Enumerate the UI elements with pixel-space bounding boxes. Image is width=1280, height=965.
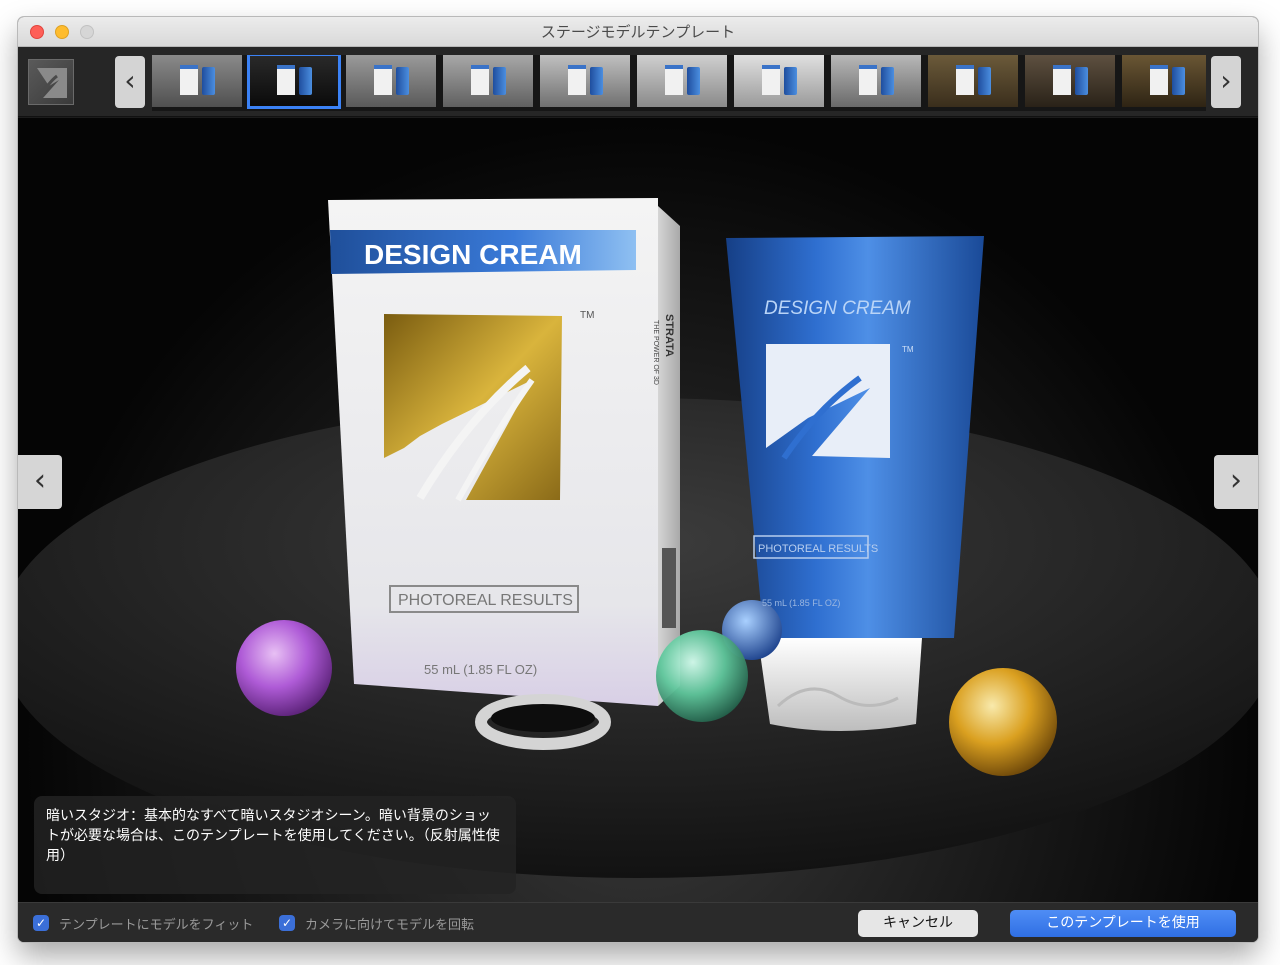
check-icon: ✓ bbox=[279, 915, 295, 931]
box-tm-text: TM bbox=[580, 310, 594, 321]
rotate-model-checkbox[interactable]: ✓ カメラに向けてモデルを回転 bbox=[279, 914, 475, 933]
thumbnail-strip bbox=[152, 55, 1206, 111]
chevron-right-icon: › bbox=[1220, 64, 1232, 97]
template-thumbnail[interactable] bbox=[734, 55, 824, 107]
box-side-brand-text: STRATA bbox=[663, 314, 675, 357]
tube-heading-text: DESIGN CREAM bbox=[764, 298, 911, 319]
template-thumbnail[interactable] bbox=[831, 55, 921, 107]
fit-model-checkbox[interactable]: ✓ テンプレートにモデルをフィット bbox=[33, 914, 254, 933]
tube-tm-text: TM bbox=[902, 345, 914, 354]
template-thumbnail[interactable] bbox=[637, 55, 727, 107]
chevron-right-icon: › bbox=[1230, 463, 1242, 498]
rotate-model-label: カメラに向けてモデルを回転 bbox=[305, 917, 475, 933]
template-thumbnail[interactable] bbox=[540, 55, 630, 107]
box-heading-text: DESIGN CREAM bbox=[364, 239, 582, 270]
template-thumbnail[interactable] bbox=[1122, 55, 1206, 107]
preview-prev-button[interactable]: ‹ bbox=[18, 455, 62, 509]
tube-tagline-text: PHOTOREAL RESULTS bbox=[758, 543, 878, 555]
fit-model-label: テンプレートにモデルをフィット bbox=[59, 917, 254, 933]
box-tagline-text: PHOTOREAL RESULTS bbox=[398, 592, 573, 609]
chevron-left-icon: ‹ bbox=[124, 64, 136, 97]
template-thumbnail[interactable] bbox=[443, 55, 533, 107]
box-volume-text: 55 mL (1.85 FL OZ) bbox=[424, 662, 537, 677]
app-logo-icon bbox=[28, 59, 74, 105]
window-title: ステージモデルテンプレート bbox=[540, 23, 736, 41]
cancel-button[interactable]: キャンセル bbox=[858, 910, 978, 937]
template-thumbnail-selected[interactable] bbox=[247, 55, 341, 109]
title-bar: ステージモデルテンプレート bbox=[18, 17, 1258, 47]
preview-render: DESIGN CREAM TM PHOTOREAL RESULTS 55 mL … bbox=[18, 198, 1258, 878]
template-thumbnail[interactable] bbox=[928, 55, 1018, 107]
check-icon: ✓ bbox=[33, 915, 49, 931]
use-template-button[interactable]: このテンプレートを使用 bbox=[1010, 910, 1236, 937]
template-thumbnail[interactable] bbox=[346, 55, 436, 107]
template-preview-stage: DESIGN CREAM TM PHOTOREAL RESULTS 55 mL … bbox=[18, 118, 1258, 902]
thumbnail-prev-button[interactable]: ‹ bbox=[115, 56, 145, 108]
chevron-left-icon: ‹ bbox=[34, 463, 46, 498]
tube-volume-text: 55 mL (1.85 FL OZ) bbox=[762, 598, 840, 608]
template-window: ステージモデルテンプレート ‹ › DESIGN CREAM TM PHOTOR… bbox=[18, 17, 1258, 942]
bottom-bar: ✓ テンプレートにモデルをフィット ✓ カメラに向けてモデルを回転 キャンセル … bbox=[18, 902, 1258, 942]
template-thumbnail[interactable] bbox=[152, 55, 242, 107]
template-thumbnail-bar: ‹ › bbox=[18, 47, 1258, 117]
thumbnail-next-button[interactable]: › bbox=[1211, 56, 1241, 108]
preview-next-button[interactable]: › bbox=[1214, 455, 1258, 509]
box-side-sub-text: THE POWER OF 3D bbox=[652, 320, 659, 385]
template-description: 暗いスタジオ：基本的なすべて暗いスタジオシーン。暗い背景のショットが必要な場合は… bbox=[34, 796, 516, 894]
template-thumbnail[interactable] bbox=[1025, 55, 1115, 107]
